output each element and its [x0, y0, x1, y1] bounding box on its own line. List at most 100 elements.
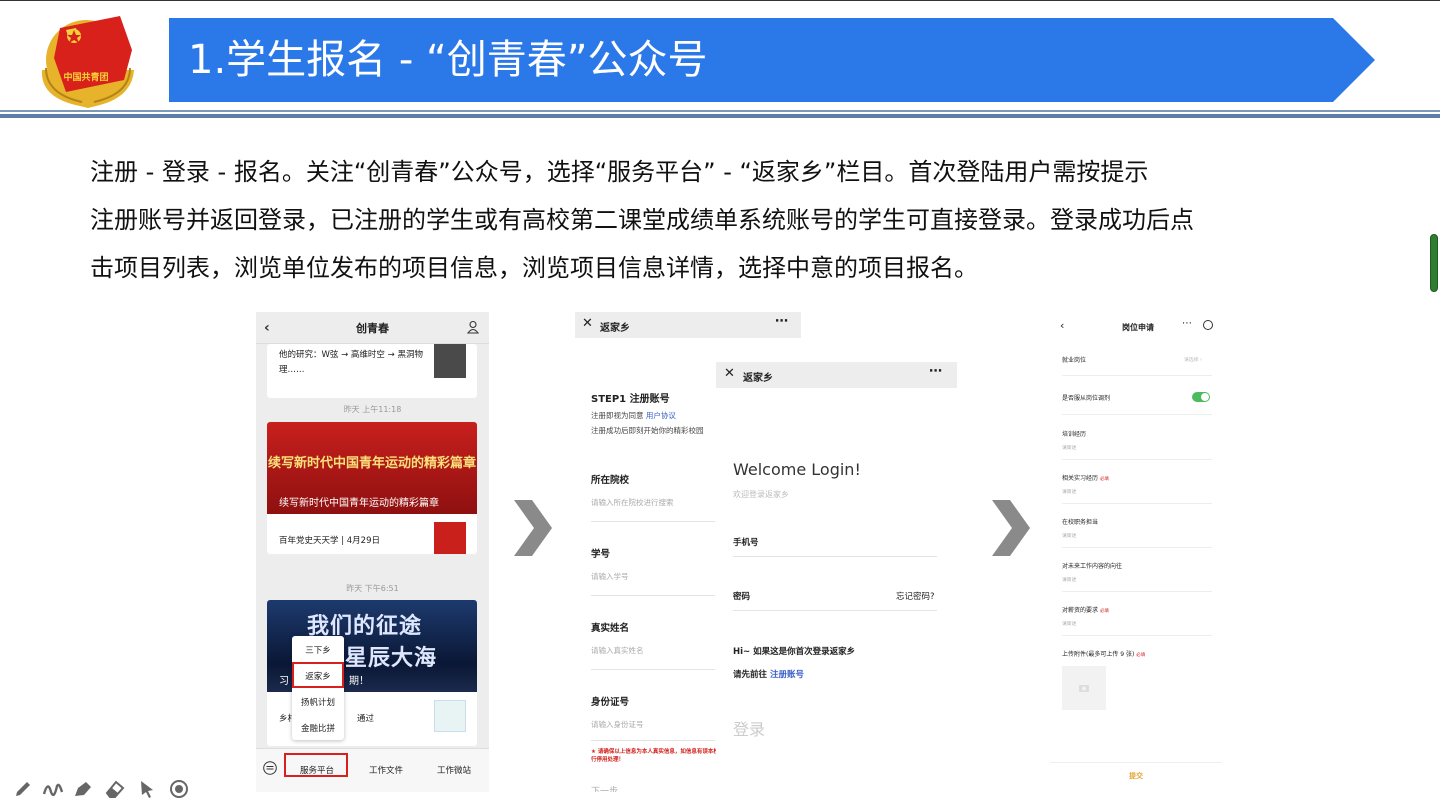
future-work-input[interactable]: 请简述	[1062, 576, 1076, 583]
article-thumbnail	[434, 344, 466, 378]
nav-title: 创青春	[356, 321, 389, 335]
salary-input[interactable]: 请简述	[1062, 620, 1076, 627]
student-id-label: 学号	[591, 549, 611, 560]
laser-icon[interactable]	[168, 778, 190, 800]
freehand-icon[interactable]	[42, 778, 64, 800]
real-name-input[interactable]: 请输入真实姓名	[591, 645, 644, 656]
forgot-password-link[interactable]: 忘记密码?	[896, 590, 935, 602]
application-screenshot: ‹ 岗位申请 ⋯ 就业岗位 请选择 › 是否服从岗位调剂 培训经历 请简述 相关…	[1050, 312, 1222, 792]
login-button[interactable]: 登录	[733, 716, 765, 740]
top-border	[0, 0, 1440, 1]
article-card[interactable]: 续写新时代中国青年运动的精彩篇章 续写新时代中国青年运动的精彩篇章 百年党史天天…	[267, 422, 477, 554]
password-input[interactable]: 密码	[733, 590, 750, 602]
upload-image-button[interactable]	[1062, 666, 1106, 710]
close-icon[interactable]: ✕	[724, 366, 735, 381]
row-divider	[1062, 375, 1212, 376]
adjustment-toggle[interactable]	[1192, 392, 1210, 402]
nav-bar: ✕ 返家乡 ⋯	[575, 312, 801, 338]
svg-text:中国共青团: 中国共青团	[63, 71, 108, 83]
article-title: 他的研究：W弦 → 高维时空 → 黑洞物理……	[279, 350, 423, 375]
menu-item-jinrong[interactable]: 金融比拼	[292, 722, 344, 734]
chevron-right-icon	[514, 500, 552, 556]
training-field: 培训经历	[1062, 431, 1087, 438]
job-position-select[interactable]: 请选择 ›	[1184, 356, 1202, 363]
agreement-line: 注册即视为同意 用户协议	[591, 410, 676, 421]
accept-adjustment-field: 是否服从岗位调剂	[1062, 395, 1111, 402]
next-button[interactable]: 下一步	[591, 784, 618, 792]
article-card[interactable]: 他的研究：W弦 → 高维时空 → 黑洞物理……	[267, 344, 477, 398]
tab-service-platform[interactable]: 服务平台	[300, 764, 334, 776]
scroll-handle[interactable]	[1430, 234, 1438, 292]
tab-work-site[interactable]: 工作微站	[437, 764, 471, 776]
campus-role-field: 在校职务担当	[1062, 519, 1099, 526]
campus-role-input[interactable]: 请简述	[1062, 532, 1076, 539]
training-input[interactable]: 请简述	[1062, 444, 1076, 451]
more-icon[interactable]: ⋯	[1182, 318, 1192, 329]
pen-icon[interactable]	[12, 778, 34, 800]
banner-caption: 续写新时代中国青年运动的精彩篇章	[279, 498, 439, 509]
submit-button[interactable]: 提交	[1050, 762, 1222, 792]
future-work-field: 对未来工作内容的向往	[1062, 563, 1123, 570]
row-divider	[1062, 503, 1212, 504]
student-id-input[interactable]: 请输入学号	[591, 571, 629, 582]
register-hint: 请先前往 注册账号	[733, 668, 804, 680]
login-screenshot: ✕ 返家乡 ⋯ Welcome Login! 欢迎登录返家乡 手机号 密码 忘记…	[716, 362, 957, 792]
nav-title: 岗位申请	[1122, 323, 1154, 332]
user-agreement-link[interactable]: 用户协议	[646, 411, 676, 420]
row-divider	[1062, 635, 1212, 636]
description-line: 注册 - 登录 - 报名。关注“创青春”公众号，选择“服务平台” - “返家乡”…	[90, 158, 1149, 186]
id-card-input[interactable]: 请输入身份证号	[591, 719, 644, 730]
required-tag: 必填	[1136, 653, 1146, 658]
register-account-link[interactable]: 注册账号	[770, 670, 804, 680]
service-menu-popup: 三下乡 返家乡 扬帆计划 金融比拼	[292, 636, 344, 740]
field-divider	[591, 740, 715, 741]
required-tag: 必填	[1099, 477, 1109, 482]
description-line: 击项目列表，浏览单位发布的项目信息，浏览项目信息详情，选择中意的项目报名。	[90, 254, 978, 282]
agreement-text: 注册即视为同意	[591, 411, 646, 420]
keyboard-icon[interactable]	[263, 761, 277, 775]
account-menu-bar: 服务平台 工作文件 工作微站	[256, 748, 489, 792]
eraser-icon[interactable]	[104, 778, 126, 800]
wechat-account-screenshot: ‹ 创青春 他的研究：W弦 → 高维时空 → 黑洞物理…… 昨天 上午11:18…	[256, 312, 489, 792]
field-divider	[733, 610, 937, 611]
field-divider	[591, 521, 715, 522]
nav-title: 返家乡	[743, 373, 773, 384]
id-card-label: 身份证号	[591, 697, 630, 708]
welcome-heading: Welcome Login!	[733, 460, 861, 479]
field-divider	[591, 669, 715, 670]
highlighter-icon[interactable]	[72, 778, 94, 800]
row-divider	[1062, 414, 1212, 415]
banner-caption: 期！	[349, 676, 369, 687]
article-thumbnail	[434, 700, 466, 732]
menu-item-sanxiaxiang[interactable]: 三下乡	[292, 644, 344, 656]
phone-input[interactable]: 手机号	[733, 536, 759, 548]
register-hint-text: 请先前往	[733, 670, 770, 680]
school-input[interactable]: 请输入所在院校进行搜索	[591, 497, 674, 508]
menu-item-yangfan[interactable]: 扬帆计划	[292, 696, 344, 708]
back-arrow-icon[interactable]: ‹	[264, 320, 270, 336]
agreement-subtext: 注册成功后即刻开始你的精彩校园	[591, 426, 704, 435]
nav-bar: ✕ 返家乡 ⋯	[716, 362, 957, 388]
menu-item-fanjiaxiang[interactable]: 返家乡	[292, 670, 344, 682]
user-icon[interactable]	[467, 320, 479, 334]
field-divider	[733, 556, 937, 557]
field-label: 上传附件(最多可上传 9 张)	[1062, 651, 1135, 658]
timestamp: 昨天 下午6:51	[346, 584, 399, 593]
description-line: 注册账号并返回登录，已注册的学生或有高校第二课堂成绩单系统账号的学生可直接登录。…	[90, 206, 1194, 234]
article-thumbnail	[434, 522, 466, 554]
tab-work-files[interactable]: 工作文件	[369, 764, 403, 776]
pointer-icon[interactable]	[136, 778, 158, 800]
job-position-field[interactable]: 就业岗位	[1062, 355, 1086, 364]
header-divider	[0, 110, 1440, 112]
back-arrow-icon[interactable]: ‹	[1060, 319, 1064, 332]
close-circle-icon[interactable]	[1203, 320, 1213, 330]
more-icon[interactable]: ⋯	[775, 314, 788, 329]
close-icon[interactable]: ✕	[582, 316, 593, 331]
internship-input[interactable]: 请简述	[1062, 488, 1076, 495]
banner-caption: 习	[279, 676, 289, 687]
real-name-label: 真实姓名	[591, 623, 630, 634]
nav-title: 返家乡	[600, 323, 630, 334]
timestamp: 昨天 上午11:18	[343, 405, 402, 414]
first-login-hint: Hi~ 如果这是你首次登录返家乡	[733, 647, 856, 657]
more-icon[interactable]: ⋯	[929, 364, 942, 379]
